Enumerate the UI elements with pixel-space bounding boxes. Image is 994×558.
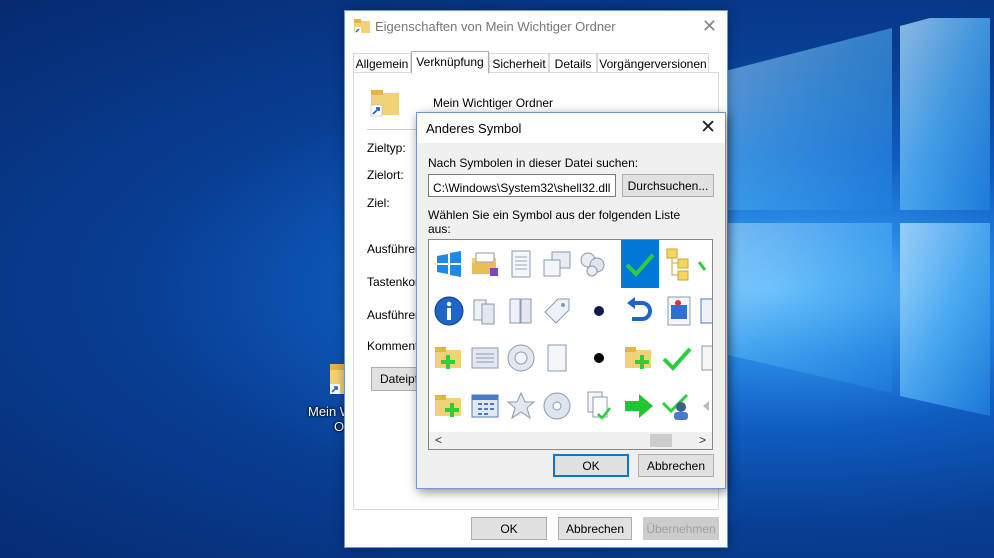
document-icon[interactable] [503, 244, 539, 284]
folder-add-icon[interactable] [431, 338, 467, 378]
folder-add-icon[interactable] [621, 338, 657, 378]
green-check-icon[interactable] [659, 338, 695, 378]
desktop-shortcut-label: Mein W [308, 404, 353, 419]
tab-sicherheit[interactable]: Sicherheit [489, 53, 549, 73]
list-label-2: aus: [428, 222, 451, 236]
label-zieltyp: Zieltyp: [367, 141, 406, 155]
list-window-icon[interactable] [467, 338, 503, 378]
page-icon[interactable] [697, 338, 712, 378]
change-icon-titlebar[interactable]: Anderes Symbol ✕ [417, 113, 725, 143]
user-check-icon[interactable] [659, 386, 695, 426]
label-ausfuehren: Ausführen [367, 308, 422, 322]
browse-button[interactable]: Durchsuchen... [622, 174, 714, 197]
label-zielort: Zielort: [367, 168, 404, 182]
tab-allgemein[interactable]: Allgemein [353, 53, 411, 73]
folder-files-icon[interactable] [467, 244, 503, 284]
green-check-icon[interactable] [621, 240, 659, 288]
disc-icon[interactable] [503, 338, 539, 378]
star-icon[interactable] [503, 386, 539, 426]
shortcut-name: Mein Wichtiger Ordner [433, 96, 554, 110]
scroll-icon[interactable] [697, 291, 712, 331]
columns-icon[interactable] [503, 291, 539, 331]
ok-button[interactable]: OK [553, 454, 629, 477]
green-arrow-icon[interactable] [621, 386, 657, 426]
folder-icon [354, 19, 370, 36]
icon-list[interactable]: < > [428, 239, 713, 450]
horizontal-scrollbar[interactable]: < > [429, 432, 712, 449]
tag-icon[interactable] [539, 291, 575, 331]
dot-icon[interactable] [581, 338, 617, 378]
scroll-left-button[interactable]: < [435, 433, 442, 447]
page-check-icon[interactable] [581, 386, 617, 426]
scroll-thumb[interactable] [650, 434, 672, 447]
desktop-shortcut-label-2: O [334, 419, 345, 434]
cd-icon[interactable] [539, 386, 575, 426]
people-icon[interactable] [575, 244, 611, 284]
windows-wallpaper-logo [698, 18, 990, 416]
cancel-button[interactable]: Abbrechen [638, 454, 714, 477]
change-icon-dialog: Anderes Symbol ✕ Nach Symbolen in dieser… [416, 112, 726, 489]
pages-icon[interactable] [467, 291, 503, 331]
dot-icon[interactable] [581, 291, 617, 331]
green-check-icon[interactable] [697, 244, 712, 284]
window-copy-icon[interactable] [539, 244, 575, 284]
folder-tree-icon[interactable] [661, 244, 697, 284]
media-file-icon[interactable] [661, 291, 697, 331]
path-input[interactable] [428, 174, 616, 197]
apply-button[interactable]: Übernehmen [643, 517, 719, 540]
tab-vorgaengerversionen[interactable]: Vorgängerversionen [597, 53, 709, 73]
tab-verknuepfung[interactable]: Verknüpfung [411, 51, 489, 74]
undo-icon[interactable] [621, 291, 657, 331]
shortcut-folder-icon [369, 87, 401, 122]
folder-add-icon[interactable] [431, 386, 467, 426]
info-icon[interactable] [431, 291, 467, 331]
label-ausfuehren-in: Ausführen [367, 242, 422, 256]
list-label: Wählen Sie ein Symbol aus der folgenden … [428, 208, 681, 222]
blank-page-icon[interactable] [539, 338, 575, 378]
change-icon-title: Anderes Symbol [426, 121, 522, 136]
label-ziel: Ziel: [367, 196, 390, 210]
properties-titlebar[interactable]: Eigenschaften von Mein Wichtiger Ordner … [345, 11, 727, 43]
close-icon[interactable]: ✕ [702, 16, 717, 37]
cancel-button[interactable]: Abbrechen [558, 517, 632, 540]
close-icon[interactable]: ✕ [700, 116, 716, 139]
properties-title: Eigenschaften von Mein Wichtiger Ordner [375, 19, 616, 34]
search-label: Nach Symbolen in dieser Datei suchen: [428, 156, 639, 170]
ok-button[interactable]: OK [471, 517, 547, 540]
windows-logo-icon[interactable] [431, 244, 467, 284]
calendar-grid-icon[interactable] [467, 386, 503, 426]
scroll-right-button[interactable]: > [699, 433, 706, 447]
arrow-icon[interactable] [697, 386, 712, 426]
tab-details[interactable]: Details [549, 53, 597, 73]
